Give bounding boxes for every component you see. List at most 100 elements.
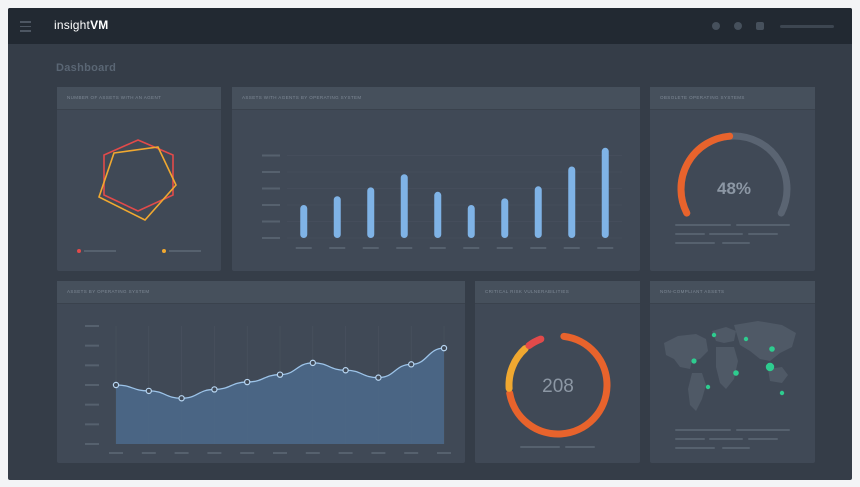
user-icon[interactable]: [756, 22, 764, 30]
bar-x-tick-label: [362, 247, 379, 249]
area-y-tick-label: [85, 364, 99, 367]
map-caption-line: [675, 429, 731, 431]
area-point: [178, 395, 185, 402]
donut-value: 208: [542, 376, 574, 397]
donut-caption-line: [520, 446, 560, 448]
legend-label-red: [84, 250, 116, 252]
search-icon[interactable]: [712, 22, 720, 30]
bar-y-tick-label: [262, 171, 280, 173]
bar: [367, 187, 375, 238]
area-point: [440, 344, 448, 352]
gauge-fill: [677, 132, 734, 217]
area-y-tick-label: [85, 384, 99, 386]
map-marker: [733, 370, 739, 376]
brand-bold: VM: [90, 18, 109, 32]
bar-x-tick-label: [530, 247, 547, 249]
gauge-caption-line: [675, 242, 715, 244]
area-point: [211, 386, 218, 393]
donut-caption-line: [565, 446, 595, 448]
map-marker: [779, 390, 785, 396]
radar-card: Number of assets with an agent: [57, 87, 221, 271]
area-point: [309, 359, 316, 367]
bar-x-tick-label: [329, 247, 346, 249]
area-x-tick-label: [404, 452, 419, 454]
bar-x-tick-label: [295, 247, 312, 249]
bar: [333, 196, 341, 238]
bar: [467, 205, 475, 238]
map-caption-line: [675, 438, 705, 440]
gauge-caption-line: [722, 242, 750, 244]
area-point: [145, 387, 153, 395]
bar: [434, 191, 442, 238]
gauge-value: 48%: [717, 179, 751, 198]
bar-y-tick-label: [262, 220, 280, 223]
donut-card: Critical risk vulnerabilities 208: [475, 281, 640, 463]
legend-dot-orange: [162, 249, 166, 253]
radar-series-orange: [98, 146, 177, 221]
radar-chart: [98, 139, 177, 221]
area-x-tick-label: [109, 452, 123, 454]
area-point: [276, 371, 284, 378]
hamburger-menu-icon[interactable]: [20, 21, 31, 32]
area-chart-card: Assets by operating system: [57, 281, 465, 463]
map-marker: [743, 336, 749, 342]
bar: [501, 198, 509, 238]
area-x-tick-label: [437, 452, 451, 454]
area-x-tick-label: [141, 452, 156, 454]
bar-chart-card: Assets with agents by operating system: [232, 87, 640, 271]
area-point: [408, 361, 415, 368]
bar-x-tick-label: [429, 247, 446, 249]
area-point: [342, 367, 349, 374]
area-chart: [85, 325, 451, 454]
area-x-tick-label: [338, 452, 353, 454]
map-card: Non-compliant assets: [650, 281, 815, 463]
gauge-caption-line: [709, 233, 743, 235]
bar: [534, 186, 542, 238]
bar-x-tick-label: [496, 247, 513, 249]
donut-segment: [505, 345, 529, 392]
bar-x-tick-label: [597, 247, 614, 249]
gauge-caption-line: [736, 224, 790, 226]
user-name-placeholder[interactable]: [780, 25, 834, 28]
bar-y-tick-label: [262, 237, 280, 239]
gauge-caption-line: [675, 233, 705, 235]
legend-dot-red: [77, 249, 81, 253]
world-map: [664, 321, 796, 411]
gauge-caption-line: [675, 224, 731, 226]
bar-y-tick-label: [262, 187, 280, 190]
bar: [300, 205, 308, 238]
area-y-tick-label: [85, 423, 99, 426]
bar-x-tick-label: [396, 247, 413, 249]
map-caption-line: [736, 429, 790, 431]
legend-label-orange: [169, 250, 201, 252]
bar: [400, 174, 408, 238]
map-caption-line: [675, 447, 715, 449]
map-marker: [769, 346, 775, 352]
donut-segment: [525, 335, 545, 350]
area-x-tick-label: [371, 452, 386, 454]
map-marker: [765, 362, 775, 372]
bar-chart: [262, 147, 622, 249]
bar-y-tick-label: [262, 204, 280, 206]
app-logo[interactable]: insightVM: [54, 18, 109, 32]
bar-y-tick-label: [262, 154, 280, 157]
area-point: [375, 374, 382, 381]
gear-icon[interactable]: [734, 22, 742, 30]
area-y-tick-label: [85, 443, 99, 445]
brand-light: insight: [54, 18, 91, 32]
area-point: [243, 378, 251, 386]
map-caption-line: [709, 438, 743, 440]
area-x-tick-label: [273, 452, 287, 454]
area-x-tick-label: [207, 452, 222, 454]
area-y-tick-label: [85, 325, 99, 327]
map-caption-line: [748, 438, 778, 440]
area-x-tick-label: [305, 452, 320, 454]
page-title: Dashboard: [56, 62, 117, 74]
map-marker: [705, 384, 711, 390]
area-y-tick-label: [85, 344, 99, 347]
map-marker: [691, 358, 697, 364]
gauge-caption-line: [748, 233, 778, 235]
world-map-landmass: [664, 321, 796, 411]
gauge-card: Obsolete operating systems 48%: [650, 87, 815, 271]
app-window: insightVM Dashboard Number of assets wit…: [8, 8, 852, 480]
